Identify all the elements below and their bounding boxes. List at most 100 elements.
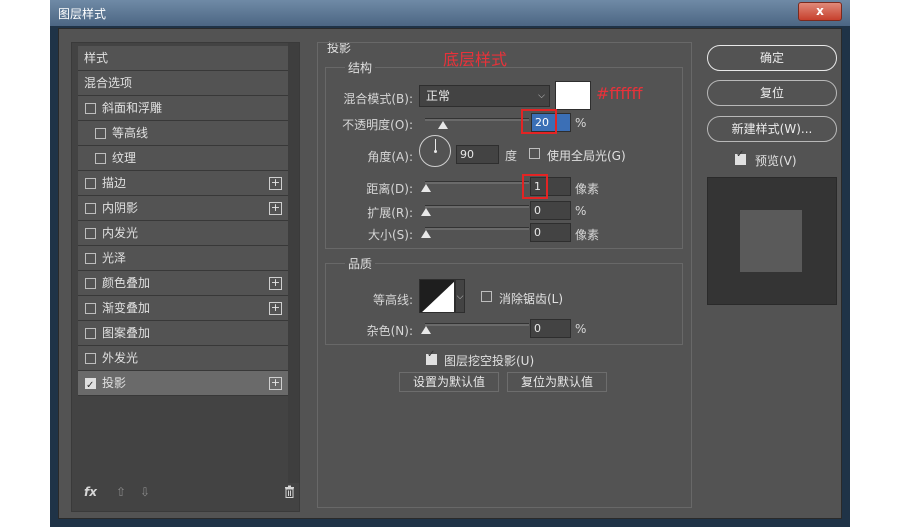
add-instance-icon[interactable]: +: [269, 177, 282, 190]
spread-unit: %: [575, 204, 587, 218]
move-up-icon[interactable]: ⇧: [116, 485, 126, 499]
preview-swatch: [740, 210, 802, 272]
style-item-label: 斜面和浮雕: [102, 101, 163, 115]
angle-dial[interactable]: [419, 135, 451, 167]
add-instance-icon[interactable]: +: [269, 302, 282, 315]
style-item-label: 混合选项: [84, 76, 133, 90]
add-instance-icon[interactable]: +: [269, 202, 282, 215]
make-default-button[interactable]: 设置为默认值: [399, 372, 499, 392]
style-item[interactable]: 纹理: [78, 146, 288, 171]
spread-slider-track[interactable]: [425, 205, 529, 208]
blend-mode-label: 混合模式(B):: [343, 92, 413, 106]
distance-slider-thumb[interactable]: [421, 184, 431, 192]
style-checkbox[interactable]: [85, 103, 96, 114]
distance-label: 距离(D):: [366, 182, 413, 196]
style-item[interactable]: 颜色叠加 +: [78, 271, 288, 296]
style-item[interactable]: 投影 +: [78, 371, 288, 398]
noise-slider-thumb[interactable]: [421, 326, 431, 334]
title-bar: 图层样式 x: [50, 0, 850, 26]
size-slider-thumb[interactable]: [421, 230, 431, 238]
opacity-unit: %: [575, 116, 587, 130]
style-checkbox[interactable]: [95, 128, 106, 139]
trash-icon[interactable]: [284, 485, 295, 501]
style-checkbox[interactable]: [85, 373, 96, 398]
style-checkbox[interactable]: [85, 303, 96, 314]
shadow-color-swatch[interactable]: [555, 81, 591, 110]
style-item[interactable]: 斜面和浮雕: [78, 96, 288, 121]
global-light-checkbox[interactable]: [529, 148, 540, 159]
style-preview: [707, 177, 837, 305]
reset-default-button[interactable]: 复位为默认值: [507, 372, 607, 392]
knockout-checkbox[interactable]: [426, 349, 437, 365]
add-instance-icon[interactable]: +: [269, 377, 282, 390]
add-instance-icon[interactable]: +: [269, 277, 282, 290]
dialog-title: 图层样式: [58, 7, 107, 21]
style-item[interactable]: 光泽: [78, 246, 288, 271]
angle-unit: 度: [505, 149, 518, 163]
fx-icon[interactable]: fx: [84, 485, 97, 499]
contour-label: 等高线:: [372, 293, 413, 307]
style-item[interactable]: 外发光: [78, 346, 288, 371]
noise-slider-track[interactable]: [425, 323, 529, 326]
style-item-label: 样式: [84, 51, 109, 65]
style-checkbox[interactable]: [85, 203, 96, 214]
styles-list: 样式混合选项斜面和浮雕等高线纹理描边 + 内阴影 + 内发光 光泽颜色叠加 + 渐变叠加 + 图案…: [78, 46, 288, 398]
close-button[interactable]: x: [798, 2, 842, 21]
chevron-down-icon: ⌵: [456, 292, 464, 302]
chevron-down-icon: ⌵: [538, 91, 545, 101]
style-item[interactable]: 描边 +: [78, 171, 288, 196]
style-checkbox[interactable]: [85, 253, 96, 264]
contour-dropdown[interactable]: ⌵: [455, 279, 465, 313]
style-item-label: 渐变叠加: [102, 301, 151, 315]
spread-input[interactable]: 0: [530, 201, 571, 220]
style-item[interactable]: 内发光: [78, 221, 288, 246]
preview-checkbox[interactable]: [735, 149, 746, 165]
spread-label: 扩展(R):: [367, 206, 413, 220]
style-item-label: 等高线: [112, 126, 149, 140]
contour-picker[interactable]: [419, 279, 455, 313]
knockout-label: 图层挖空投影(U): [444, 354, 535, 368]
blend-mode-select[interactable]: 正常 ⌵: [419, 85, 550, 107]
style-checkbox[interactable]: [85, 278, 96, 289]
reset-button[interactable]: 复位: [707, 80, 837, 106]
dialog-body: 样式混合选项斜面和浮雕等高线纹理描边 + 内阴影 + 内发光 光泽颜色叠加 + 渐变叠加 + 图案…: [58, 28, 842, 519]
style-item-label: 纹理: [112, 151, 137, 165]
noise-input[interactable]: 0: [530, 319, 571, 338]
spread-slider-thumb[interactable]: [421, 208, 431, 216]
size-input[interactable]: 0: [530, 223, 571, 242]
style-item-label: 颜色叠加: [102, 276, 151, 290]
size-unit: 像素: [575, 228, 600, 242]
styles-footer: fx ⇧ ⇩: [84, 485, 294, 503]
style-checkbox[interactable]: [85, 228, 96, 239]
global-light-label: 使用全局光(G): [547, 149, 626, 163]
move-down-icon[interactable]: ⇩: [140, 485, 150, 499]
style-item[interactable]: 混合选项: [78, 71, 288, 96]
style-item[interactable]: 图案叠加: [78, 321, 288, 346]
antialias-checkbox[interactable]: [481, 291, 492, 302]
angle-input[interactable]: 90: [456, 145, 499, 164]
style-checkbox[interactable]: [85, 353, 96, 364]
style-item[interactable]: 渐变叠加 +: [78, 296, 288, 321]
opacity-slider-thumb[interactable]: [438, 121, 448, 129]
size-slider-track[interactable]: [425, 227, 529, 230]
style-checkbox[interactable]: [95, 153, 106, 164]
style-checkbox[interactable]: [85, 178, 96, 189]
layer-style-dialog: 图层样式 x 样式混合选项斜面和浮雕等高线纹理描边 + 内阴影 + 内发光 光泽颜色叠加 +…: [50, 0, 850, 527]
angle-center-dot: [434, 150, 437, 153]
ok-button[interactable]: 确定: [707, 45, 837, 71]
styles-scrollbar[interactable]: [288, 43, 299, 483]
noise-unit: %: [575, 322, 587, 336]
style-item[interactable]: 等高线: [78, 121, 288, 146]
distance-highlight-box: [522, 174, 548, 199]
style-checkbox[interactable]: [85, 328, 96, 339]
antialias-label: 消除锯齿(L): [499, 292, 564, 306]
blend-mode-value: 正常: [426, 89, 451, 103]
style-item[interactable]: 样式: [78, 46, 288, 71]
quality-title: 品质: [345, 255, 376, 272]
new-style-button[interactable]: 新建样式(W)...: [707, 116, 837, 142]
angle-label: 角度(A):: [367, 150, 413, 164]
distance-slider-track[interactable]: [425, 181, 529, 184]
style-item[interactable]: 内阴影 +: [78, 196, 288, 221]
noise-label: 杂色(N):: [366, 324, 413, 338]
style-item-label: 投影: [102, 376, 127, 390]
